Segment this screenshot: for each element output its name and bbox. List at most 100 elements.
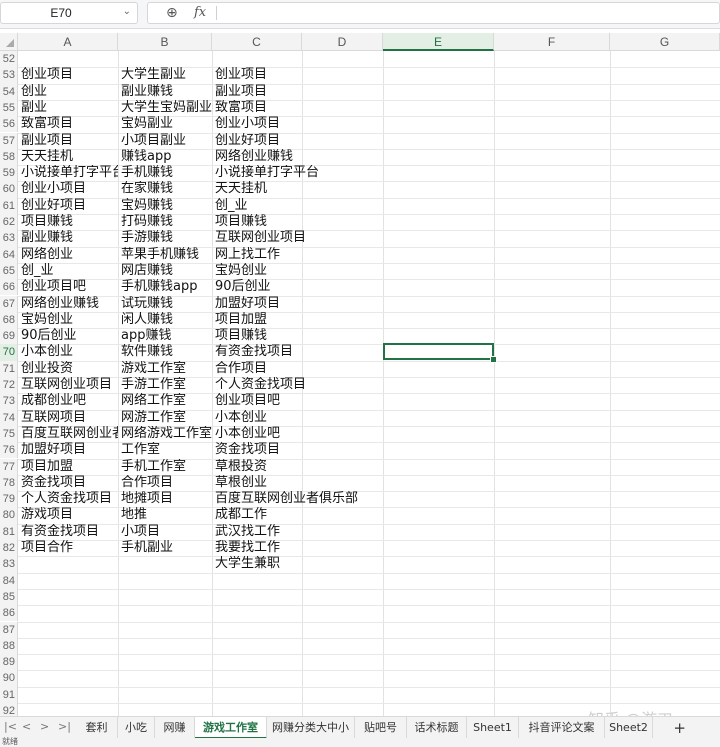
cell-b62[interactable]: 打码赚钱 — [118, 214, 212, 230]
cell-a73[interactable]: 成都创业吧 — [18, 393, 118, 409]
cell-c65[interactable]: 宝妈创业 — [212, 263, 412, 279]
row-header-77[interactable]: 77 — [0, 458, 18, 475]
row-header-89[interactable]: 89 — [0, 654, 18, 671]
cell-b75[interactable]: 网络游戏工作室 — [118, 426, 212, 442]
cell-c80[interactable]: 成都工作 — [212, 507, 412, 523]
cell-a63[interactable]: 副业赚钱 — [18, 230, 118, 246]
cell-c83[interactable]: 大学生兼职 — [212, 556, 412, 572]
cell-b73[interactable]: 网络工作室 — [118, 393, 212, 409]
row-header-61[interactable]: 61 — [0, 197, 18, 214]
sheet-tab[interactable]: 小吃 — [118, 717, 155, 739]
cell-b67[interactable]: 试玩赚钱 — [118, 296, 212, 312]
row-header-81[interactable]: 81 — [0, 523, 18, 540]
cell-b59[interactable]: 手机赚钱 — [118, 165, 212, 181]
cell-b61[interactable]: 宝妈赚钱 — [118, 198, 212, 214]
row-header-57[interactable]: 57 — [0, 132, 18, 149]
row-header-88[interactable]: 88 — [0, 637, 18, 655]
cell-b72[interactable]: 手游工作室 — [118, 377, 212, 393]
cell-a56[interactable]: 致富项目 — [18, 116, 118, 132]
row-header-73[interactable]: 73 — [0, 393, 18, 410]
last-sheet-button[interactable]: >| — [58, 720, 71, 733]
cell-a62[interactable]: 项目赚钱 — [18, 214, 118, 230]
cell-b71[interactable]: 游戏工作室 — [118, 361, 212, 377]
cell-a53[interactable]: 创业项目 — [18, 67, 118, 83]
cell-b65[interactable]: 网店赚钱 — [118, 263, 212, 279]
row-header-52[interactable]: 52 — [0, 51, 18, 68]
row-header-55[interactable]: 55 — [0, 99, 18, 117]
cell-c74[interactable]: 小本创业 — [212, 410, 412, 426]
cell-a69[interactable]: 90后创业 — [18, 328, 118, 344]
row-header-65[interactable]: 65 — [0, 262, 18, 280]
cell-b77[interactable]: 手机工作室 — [118, 459, 212, 475]
cell-c66[interactable]: 90后创业 — [212, 279, 412, 295]
row-header-64[interactable]: 64 — [0, 246, 18, 263]
cell-c78[interactable]: 草根创业 — [212, 475, 412, 491]
cell-b82[interactable]: 手机副业 — [118, 540, 212, 556]
cell-a55[interactable]: 副业 — [18, 100, 118, 116]
next-sheet-button[interactable]: > — [40, 720, 49, 733]
cell-c61[interactable]: 创_业 — [212, 198, 412, 214]
cell-c67[interactable]: 加盟好项目 — [212, 296, 412, 312]
cell-c68[interactable]: 项目加盟 — [212, 312, 412, 328]
row-header-91[interactable]: 91 — [0, 686, 18, 703]
row-header-56[interactable]: 56 — [0, 116, 18, 133]
cell-b70[interactable]: 软件赚钱 — [118, 344, 212, 360]
cell-a79[interactable]: 个人资金找项目 — [18, 491, 118, 507]
cell-a54[interactable]: 创业 — [18, 84, 118, 100]
cell-b58[interactable]: 赚钱app — [118, 149, 212, 165]
cell-b63[interactable]: 手游赚钱 — [118, 230, 212, 246]
cell-c77[interactable]: 草根投资 — [212, 459, 412, 475]
row-header-83[interactable]: 83 — [0, 556, 18, 573]
row-header-63[interactable]: 63 — [0, 230, 18, 247]
row-header-71[interactable]: 71 — [0, 360, 18, 377]
cell-a57[interactable]: 副业项目 — [18, 133, 118, 149]
row-header-70[interactable]: 70 — [0, 344, 18, 361]
prev-sheet-button[interactable]: < — [22, 720, 31, 733]
sheet-tab[interactable]: Sheet1 — [467, 717, 519, 739]
cell-b57[interactable]: 小项目副业 — [118, 133, 212, 149]
cell-a74[interactable]: 互联网项目 — [18, 410, 118, 426]
cell-c54[interactable]: 副业项目 — [212, 84, 412, 100]
row-header-90[interactable]: 90 — [0, 670, 18, 687]
cell-a82[interactable]: 项目合作 — [18, 540, 118, 556]
cell-c73[interactable]: 创业项目吧 — [212, 393, 412, 409]
cell-c57[interactable]: 创业好项目 — [212, 133, 412, 149]
row-header-53[interactable]: 53 — [0, 67, 18, 84]
cell-a80[interactable]: 游戏项目 — [18, 507, 118, 523]
cell-a59[interactable]: 小说接单打字平台 — [18, 165, 118, 181]
row-header-74[interactable]: 74 — [0, 409, 18, 426]
cell-b80[interactable]: 地推 — [118, 507, 212, 523]
fx-label[interactable]: fx — [194, 5, 206, 20]
cell-b53[interactable]: 大学生副业 — [118, 67, 212, 83]
zoom-icon[interactable]: ⊕ — [166, 5, 178, 21]
cell-c71[interactable]: 合作项目 — [212, 361, 412, 377]
cell-c75[interactable]: 小本创业吧 — [212, 426, 412, 442]
sheet-tab[interactable]: 游戏工作室 — [195, 717, 267, 739]
row-header-58[interactable]: 58 — [0, 148, 18, 166]
cell-c63[interactable]: 互联网创业项目 — [212, 230, 412, 246]
cell-a78[interactable]: 资金找项目 — [18, 475, 118, 491]
cell-c81[interactable]: 武汉找工作 — [212, 524, 412, 540]
cell-a68[interactable]: 宝妈创业 — [18, 312, 118, 328]
column-header-d[interactable]: D — [302, 33, 383, 51]
cell-b60[interactable]: 在家赚钱 — [118, 181, 212, 197]
cell-c60[interactable]: 天天挂机 — [212, 181, 412, 197]
column-header-g[interactable]: G — [610, 33, 720, 51]
cell-c79[interactable]: 百度互联网创业者俱乐部 — [212, 491, 412, 507]
cell-b68[interactable]: 闲人赚钱 — [118, 312, 212, 328]
row-header-68[interactable]: 68 — [0, 311, 18, 329]
cell-a71[interactable]: 创业投资 — [18, 361, 118, 377]
cell-b74[interactable]: 网游工作室 — [118, 410, 212, 426]
row-header-76[interactable]: 76 — [0, 442, 18, 459]
fill-handle[interactable] — [490, 356, 497, 363]
cell-c82[interactable]: 我要找工作 — [212, 540, 412, 556]
add-sheet-button[interactable]: + — [673, 717, 686, 739]
row-header-62[interactable]: 62 — [0, 214, 18, 231]
cell-a72[interactable]: 互联网创业项目 — [18, 377, 118, 393]
row-header-84[interactable]: 84 — [0, 572, 18, 589]
first-sheet-button[interactable]: |< — [4, 720, 17, 733]
sheet-tab[interactable]: 贴吧号 — [355, 717, 407, 739]
cell-a67[interactable]: 网络创业赚钱 — [18, 296, 118, 312]
row-header-59[interactable]: 59 — [0, 165, 18, 182]
column-header-e[interactable]: E — [383, 33, 494, 51]
